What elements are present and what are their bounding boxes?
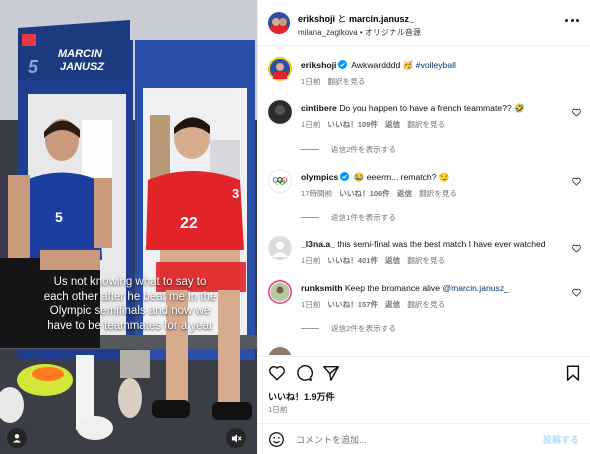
- avatar[interactable]: [268, 347, 292, 355]
- emoji-icon[interactable]: [268, 431, 285, 448]
- author-avatar[interactable]: [268, 12, 290, 34]
- translate-link[interactable]: 翻訳を見る: [407, 120, 445, 129]
- reply-button[interactable]: 返信: [385, 120, 400, 129]
- heart-icon[interactable]: [268, 364, 286, 382]
- comment-text: 😂 eeerm... rematch? 😏: [351, 172, 450, 182]
- hashtag-link[interactable]: #volleyball: [416, 60, 456, 70]
- bookmark-icon[interactable]: [564, 364, 582, 382]
- reply-button[interactable]: 返信: [385, 256, 400, 265]
- replies-divider: [301, 149, 319, 150]
- comments-list[interactable]: erikshoji Awkwardddd 🥳 #volleyball 1日前 翻訳…: [258, 47, 590, 355]
- comment-time[interactable]: 17時間前: [301, 189, 332, 198]
- comment-likes[interactable]: いいね！106件: [339, 189, 390, 198]
- locker-name-line1: MARCIN: [58, 48, 103, 60]
- speaker-muted-icon: [231, 433, 242, 443]
- list-item: _l3na.a_ this semi-final was the best ma…: [268, 236, 583, 270]
- avatar[interactable]: [268, 236, 292, 260]
- translate-link[interactable]: 翻訳を見る: [327, 77, 365, 86]
- user-tags-button[interactable]: [7, 428, 27, 448]
- comment-username[interactable]: olympics: [301, 172, 338, 182]
- reply-button[interactable]: 返信: [385, 300, 400, 309]
- locker-name-line2: JANUSZ: [60, 61, 105, 73]
- avatar[interactable]: [268, 57, 292, 81]
- list-item: cintibere Do you happen to have a french…: [268, 100, 583, 134]
- mention-link[interactable]: @marcin.janusz_: [442, 283, 509, 293]
- avatar[interactable]: [268, 280, 292, 304]
- add-comment-bar: 投稿する: [258, 423, 590, 454]
- comment-time[interactable]: 1日前: [301, 120, 320, 129]
- locker-number: 5: [28, 57, 39, 77]
- view-replies-button[interactable]: 返信1件を表示する: [301, 212, 396, 223]
- list-item: runksmith Keep the bromance alive @marci…: [268, 280, 583, 314]
- list-item: [268, 347, 583, 355]
- comment-username[interactable]: erikshoji: [301, 60, 336, 70]
- comment-username[interactable]: _l3na.a_: [301, 239, 335, 249]
- comment-likes[interactable]: いいね！109件: [327, 120, 378, 129]
- like-comment-icon[interactable]: [572, 108, 581, 117]
- comment-input[interactable]: [296, 432, 516, 447]
- comment-likes[interactable]: いいね！401件: [327, 256, 378, 265]
- author-username[interactable]: erikshoji: [298, 14, 335, 24]
- collab-joiner: と: [335, 14, 350, 24]
- video-frame: MARCIN JANUSZ 5 5 22 3: [0, 0, 257, 454]
- player-right-side-number: 3: [232, 186, 239, 201]
- audio-source[interactable]: milana_zagikova • オリジナル音源: [298, 27, 421, 38]
- post-header-names: erikshoji と marcin.janusz_ milana_zagiko…: [298, 12, 421, 38]
- reply-button[interactable]: 返信: [397, 189, 412, 198]
- post-media[interactable]: MARCIN JANUSZ 5 5 22 3 Us not knowing wh…: [0, 0, 257, 454]
- replies-divider: [301, 328, 319, 329]
- verified-badge-icon: [338, 60, 348, 69]
- translate-link[interactable]: 翻訳を見る: [419, 189, 457, 198]
- comment-username[interactable]: runksmith: [301, 283, 343, 293]
- mute-button[interactable]: [226, 428, 246, 448]
- avatar[interactable]: [268, 100, 292, 124]
- player-left-jersey: 5: [55, 209, 63, 225]
- comment-icon[interactable]: [295, 364, 313, 382]
- comment-time[interactable]: 1日前: [301, 77, 320, 86]
- post-date[interactable]: 1日前: [268, 404, 287, 415]
- like-comment-icon[interactable]: [572, 288, 581, 297]
- list-item: olympics 😂 eeerm... rematch? 😏 17時間前 いいね！…: [268, 169, 583, 203]
- list-item: erikshoji Awkwardddd 🥳 #volleyball 1日前 翻訳…: [268, 57, 583, 91]
- player-right-jersey: 22: [180, 215, 198, 232]
- comment-time[interactable]: 1日前: [301, 300, 320, 309]
- comment-text: Awkwardddd 🥳: [349, 60, 416, 70]
- comment-likes[interactable]: いいね！157件: [327, 300, 378, 309]
- translate-link[interactable]: 翻訳を見る: [407, 256, 445, 265]
- comment-username[interactable]: cintibere: [301, 103, 337, 113]
- view-replies-button[interactable]: 返信2件を表示する: [301, 144, 396, 155]
- comment-time[interactable]: 1日前: [301, 256, 320, 265]
- more-horizontal-icon: [565, 18, 568, 22]
- view-replies-button[interactable]: 返信2件を表示する: [301, 323, 396, 334]
- comment-text: Keep the bromance alive: [342, 283, 443, 293]
- replies-label: 返信2件を表示する: [331, 145, 396, 154]
- like-comment-icon[interactable]: [572, 177, 581, 186]
- replies-label: 返信2件を表示する: [331, 324, 396, 333]
- like-comment-icon[interactable]: [572, 244, 581, 253]
- collaborator-username[interactable]: marcin.janusz_: [349, 14, 414, 24]
- comment-text: Do you happen to have a french teammate?…: [336, 103, 525, 113]
- replies-divider: [301, 217, 319, 218]
- verified-badge-icon: [340, 172, 350, 181]
- like-count[interactable]: いいね！1.9万件: [268, 390, 335, 403]
- post-side-panel: erikshoji と marcin.janusz_ milana_zagiko…: [257, 0, 590, 454]
- avatar[interactable]: [268, 169, 292, 193]
- user-icon: [13, 434, 21, 443]
- more-options-button[interactable]: [565, 17, 579, 23]
- post-comment-button[interactable]: 投稿する: [543, 433, 579, 446]
- replies-label: 返信1件を表示する: [331, 213, 396, 222]
- share-icon[interactable]: [322, 364, 340, 382]
- translate-link[interactable]: 翻訳を見る: [407, 300, 445, 309]
- video-caption: Us not knowing what to say to each other…: [43, 276, 217, 332]
- comment-text: this semi-final was the best match I hav…: [334, 239, 546, 249]
- post-actions: いいね！1.9万件 1日前: [258, 356, 590, 416]
- post-header: erikshoji と marcin.janusz_ milana_zagiko…: [258, 0, 590, 46]
